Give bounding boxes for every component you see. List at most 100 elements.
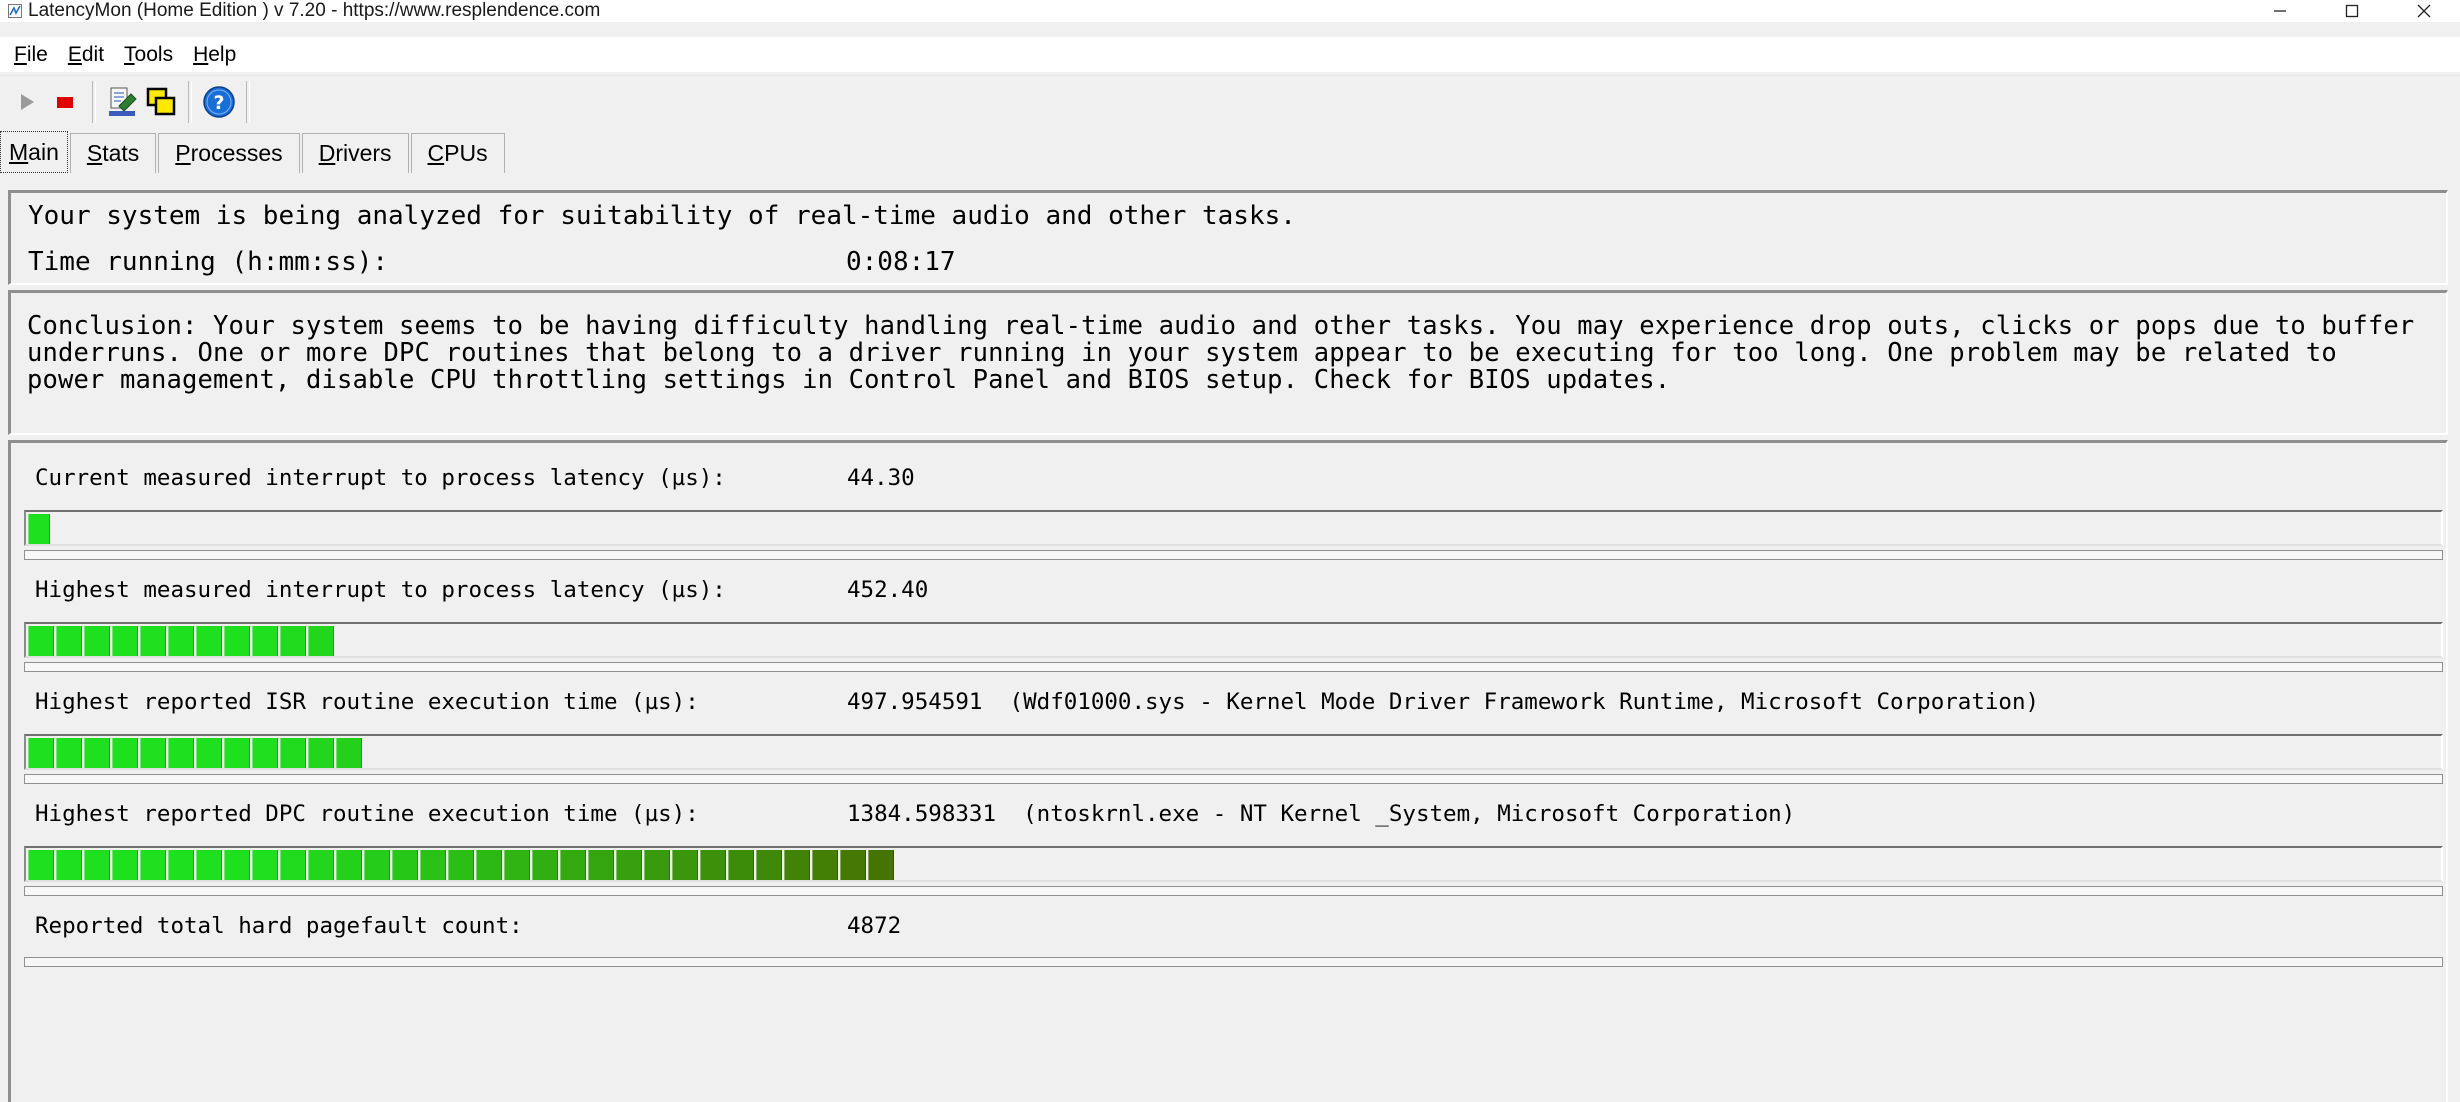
current-latency-bar [24,510,2443,546]
bar-segment [252,626,278,656]
toolbar-separator [92,81,96,123]
bar-segment [672,850,698,880]
highest-latency-bar-base [24,662,2443,672]
menu-tools-label: ools [134,42,174,66]
bar-segment [56,850,82,880]
conclusion-text: Conclusion: Your system seems to be havi… [27,311,2415,395]
tab-stats-label: tats [102,140,140,166]
window-controls [2244,0,2460,22]
menu-file[interactable]: File [14,43,48,67]
dpc-time-label: Highest reported DPC routine execution t… [35,801,699,827]
isr-time-label: Highest reported ISR routine execution t… [35,689,699,715]
help-icon: ? [203,86,235,118]
close-button[interactable] [2388,0,2460,22]
submit-report-button[interactable] [104,82,142,122]
window-title: LatencyMon (Home Edition ) v 7.20 - http… [28,0,601,21]
bar-segment [56,738,82,768]
windows-button[interactable] [142,82,180,122]
bar-segment [644,850,670,880]
menu-bar: File Edit Tools Help [0,37,2460,72]
bar-segment [308,626,334,656]
tab-processes[interactable]: Processes [158,133,300,173]
tab-drivers[interactable]: Drivers [301,133,409,173]
menu-tools-accelerator: T [124,42,135,66]
bar-segment [252,850,278,880]
bar-segment [784,850,810,880]
start-button[interactable] [8,82,46,122]
bar-segment [112,738,138,768]
isr-time-bar-base [24,774,2443,784]
tab-processes-accelerator: P [175,140,191,166]
bar-segment [588,850,614,880]
bar-segment [196,850,222,880]
minimize-icon [2274,10,2286,12]
isr-time-bar [24,734,2443,770]
menu-edit-accelerator: E [67,42,82,66]
bar-segment [168,626,194,656]
bar-segment [392,850,418,880]
isr-time-value: 497.954591 (Wdf01000.sys - Kernel Mode D… [847,689,2040,715]
svg-text:?: ? [213,92,224,114]
tab-drivers-label: rivers [335,140,392,166]
bar-segment [224,626,250,656]
bar-segment [812,850,838,880]
bar-segment [252,738,278,768]
toolbar: ? [0,75,2460,128]
menu-help-label: elp [208,42,237,66]
status-panel: Your system is being analyzed for suitab… [8,190,2448,285]
bar-segment [504,850,530,880]
tab-main-label: ain [28,138,59,165]
pagefault-count-label: Reported total hard pagefault count: [35,913,523,939]
minimize-button[interactable] [2244,0,2316,22]
bar-segment [196,626,222,656]
tab-cpus-accelerator: C [427,140,445,166]
metrics-panel: Current measured interrupt to process la… [8,440,2448,1102]
time-running-label: Time running (h:mm:ss): [28,247,389,277]
title-bar: LatencyMon (Home Edition ) v 7.20 - http… [0,0,2460,22]
tab-cpus-label: PUs [444,140,488,166]
bar-segment [336,738,362,768]
bar-segment [756,850,782,880]
stop-icon [57,97,73,108]
highest-latency-label: Highest measured interrupt to process la… [35,577,726,603]
dpc-time-value: 1384.598331 (ntoskrnl.exe - NT Kernel _S… [847,801,1796,827]
bar-segment [224,738,250,768]
bar-segment [168,850,194,880]
tab-stats[interactable]: Stats [69,133,157,173]
current-latency-bar-base [24,550,2443,560]
bar-segment [28,738,54,768]
analysis-status-text: Your system is being analyzed for suitab… [28,201,1296,231]
bar-segment [84,626,110,656]
tab-processes-label: rocesses [190,140,283,166]
menu-edit[interactable]: Edit [68,43,104,67]
bar-segment [28,514,50,544]
menu-tools[interactable]: Tools [124,43,173,67]
bar-segment [28,850,54,880]
bar-segment [532,850,558,880]
tab-cpus[interactable]: C PUs [410,133,505,173]
toolbar-separator-2 [188,81,192,123]
current-latency-value: 44.30 [847,465,915,491]
bar-segment [840,850,866,880]
bar-segment [448,850,474,880]
bar-segment [476,850,502,880]
bar-segment [280,626,306,656]
maximize-button[interactable] [2316,0,2388,22]
stop-button[interactable] [46,82,84,122]
menu-help[interactable]: Help [193,43,236,67]
toolbar-separator-3 [246,81,250,123]
time-running-value: 0:08:17 [846,247,956,277]
help-button[interactable]: ? [200,82,238,122]
conclusion-panel: Conclusion: Your system seems to be havi… [8,290,2448,435]
bar-segment [168,738,194,768]
current-latency-label: Current measured interrupt to process la… [35,465,726,491]
bar-segment [308,850,334,880]
bar-segment [196,738,222,768]
highest-latency-bar-fill [28,626,336,656]
tab-main[interactable]: Main [0,131,68,173]
menu-help-accelerator: H [193,42,209,66]
tab-drivers-accelerator: D [318,140,336,166]
bar-segment [140,850,166,880]
latencymon-app-icon [8,4,22,18]
bar-segment [224,850,250,880]
